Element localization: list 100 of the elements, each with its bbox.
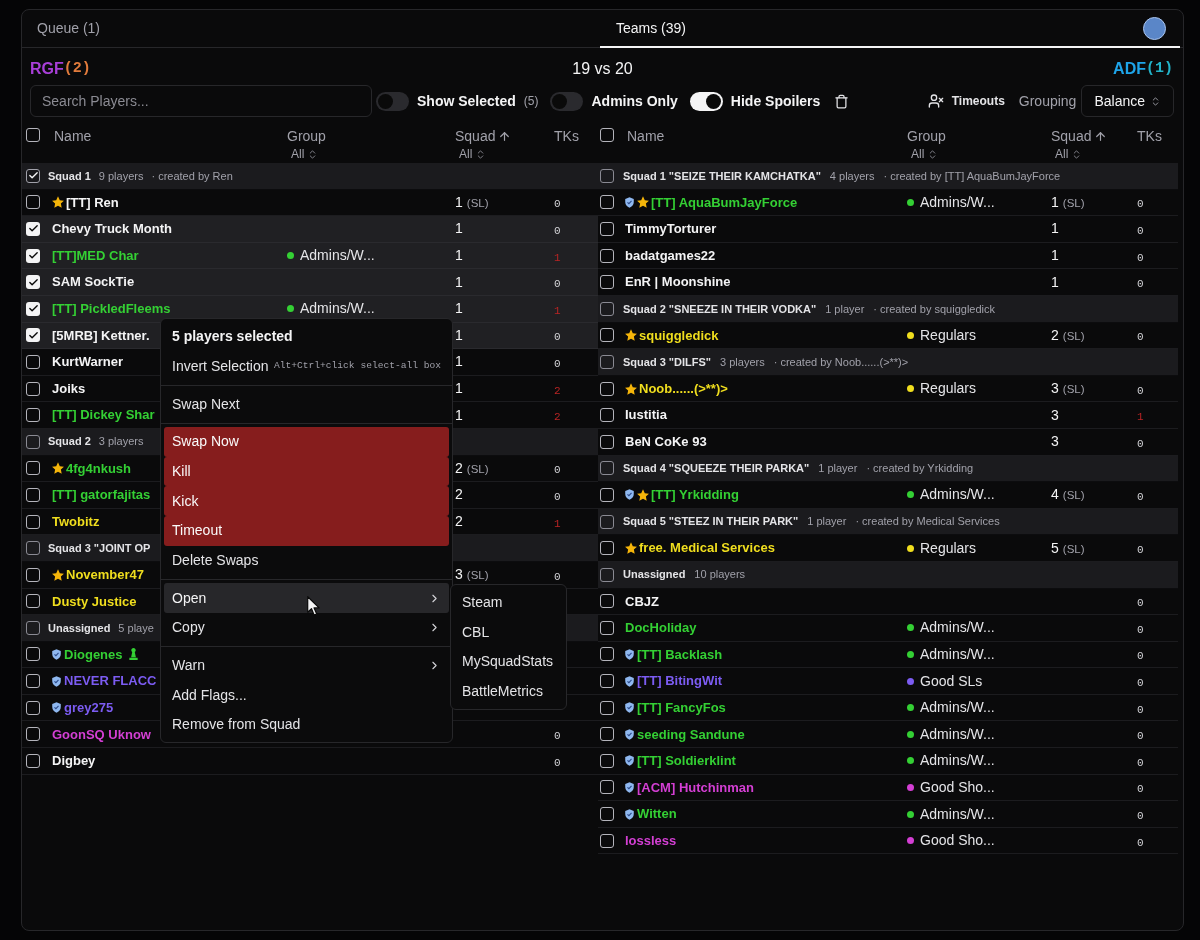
menu-item[interactable]: CBL [454, 617, 563, 648]
checkbox[interactable] [600, 594, 614, 609]
player-name[interactable]: [5MRB] Kettner. [52, 325, 150, 346]
checkbox[interactable] [600, 700, 614, 715]
menu-item[interactable]: Steam [454, 588, 563, 618]
player-name[interactable]: grey275 [64, 697, 114, 718]
checkbox[interactable] [26, 248, 40, 263]
checkbox[interactable] [26, 700, 40, 715]
player-name[interactable]: badatgames22 [625, 245, 716, 266]
column-header[interactable]: Group [907, 126, 946, 146]
checkbox[interactable] [26, 461, 40, 476]
checkbox[interactable] [600, 833, 614, 848]
column-filter[interactable]: All [291, 146, 319, 162]
menu-item[interactable]: Timeout [164, 515, 449, 546]
checkbox[interactable] [600, 128, 614, 142]
player-name[interactable]: Dusty Justice [52, 591, 137, 612]
checkbox[interactable] [26, 620, 40, 635]
menu-item[interactable]: Invert Selection Alt+Ctrl+click select-all box [164, 351, 449, 382]
column-header[interactable]: TKs [1137, 126, 1162, 146]
player-name[interactable]: [TT] Dickey Shar [52, 405, 155, 425]
column-header[interactable]: Name [54, 126, 92, 146]
player-name[interactable]: TimmyTorturer [625, 219, 717, 239]
checkbox[interactable] [26, 674, 40, 689]
checkbox[interactable] [26, 487, 40, 502]
column-header[interactable]: Name [627, 126, 665, 146]
menu-item[interactable]: Remove from Squad [164, 709, 449, 740]
checkbox[interactable] [600, 408, 614, 423]
menu-item[interactable]: Warn [164, 650, 449, 681]
player-name[interactable]: 4fg4nkush [66, 458, 131, 479]
menu-item[interactable]: Open [164, 583, 449, 613]
column-filter[interactable]: All [1055, 146, 1083, 162]
checkbox[interactable] [600, 780, 614, 795]
checkbox[interactable] [600, 354, 614, 369]
player-name[interactable]: [ACM] Hutchinman [637, 777, 754, 798]
checkbox[interactable] [26, 514, 40, 529]
timeouts-button[interactable]: Timeouts [927, 92, 1005, 110]
checkbox[interactable] [600, 541, 614, 556]
checkbox[interactable] [600, 461, 614, 476]
player-name[interactable]: CBJZ [625, 591, 659, 612]
grouping-select[interactable]: Balance [1081, 85, 1174, 117]
checkbox[interactable] [26, 222, 40, 236]
checkbox[interactable] [600, 567, 614, 582]
player-name[interactable]: lossless [625, 830, 677, 851]
checkbox[interactable] [600, 514, 614, 529]
checkbox[interactable] [600, 248, 614, 263]
checkbox[interactable] [26, 275, 40, 290]
checkbox[interactable] [600, 168, 614, 183]
player-name[interactable]: GoonSQ Uknow [52, 724, 151, 744]
trash-icon[interactable] [834, 93, 850, 109]
column-header[interactable]: TKs [554, 126, 579, 146]
checkbox[interactable] [600, 727, 614, 742]
checkbox[interactable] [26, 753, 40, 768]
player-name[interactable]: squiggledick [639, 325, 719, 346]
column-header[interactable]: Group [287, 126, 326, 146]
checkbox[interactable] [26, 408, 40, 423]
player-name[interactable]: seeding Sandune [637, 724, 745, 744]
toggle-switch[interactable] [376, 91, 409, 111]
player-name[interactable]: [TT]MED Char [52, 245, 139, 266]
checkbox[interactable] [26, 434, 40, 449]
menu-item[interactable]: Swap Next [164, 389, 449, 419]
column-filter[interactable]: All [911, 146, 939, 162]
player-name[interactable]: Joiks [52, 378, 86, 399]
player-name[interactable]: KurtWarner [52, 352, 124, 372]
checkbox[interactable] [26, 727, 40, 742]
checkbox[interactable] [26, 328, 40, 343]
selected-row[interactable]: SAM SockTie 1 0 [22, 269, 598, 296]
player-name[interactable]: [TT] Soldierklint [637, 751, 736, 771]
column-header[interactable]: Squad [1051, 126, 1108, 146]
player-name[interactable]: November47 [66, 564, 145, 585]
menu-item[interactable]: MySquadStats [454, 647, 563, 677]
selected-row[interactable]: Chevy Truck Month 1 0 [22, 216, 598, 243]
column-filter[interactable]: All [459, 146, 487, 162]
player-name[interactable]: Noob......(>**)> [639, 378, 728, 399]
checkbox[interactable] [600, 807, 614, 822]
avatar[interactable] [1143, 17, 1166, 40]
menu-item[interactable]: Kill [164, 456, 449, 487]
column-header[interactable]: Squad [455, 126, 512, 146]
player-name[interactable]: DocHoliday [625, 618, 697, 638]
checkbox[interactable] [600, 301, 614, 316]
checkbox[interactable] [600, 753, 614, 768]
player-name[interactable]: [TT] Backlash [637, 644, 723, 665]
menu-item[interactable]: BattleMetrics [454, 676, 563, 707]
checkbox[interactable] [26, 381, 40, 396]
checkbox[interactable] [600, 222, 614, 236]
menu-item[interactable]: Copy [164, 612, 449, 643]
player-name[interactable]: Diogenes [64, 644, 123, 665]
player-name[interactable]: Iustitia [625, 405, 667, 425]
player-name[interactable]: BeN CoKe 93 [625, 432, 707, 452]
player-name[interactable]: SAM SockTie [52, 272, 135, 292]
checkbox[interactable] [26, 168, 40, 183]
player-name[interactable]: Chevy Truck Month [52, 219, 172, 239]
player-name[interactable]: [TT] BitingWit [637, 671, 723, 691]
checkbox[interactable] [600, 381, 614, 396]
player-name[interactable]: [TT] Yrkidding [651, 485, 739, 505]
checkbox[interactable] [600, 620, 614, 635]
checkbox[interactable] [26, 647, 40, 662]
player-name[interactable]: free. Medical Services [639, 538, 775, 558]
checkbox[interactable] [600, 328, 614, 343]
player-name[interactable]: [TT] gatorfajitas [52, 485, 151, 505]
checkbox[interactable] [26, 541, 40, 556]
